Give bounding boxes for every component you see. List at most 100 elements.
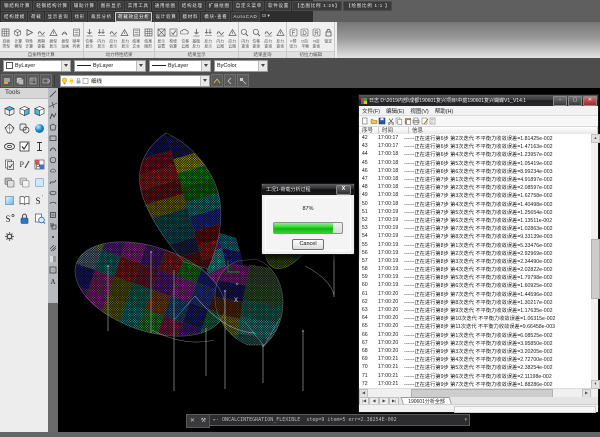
menu-item-row1-7[interactable]: 扩展绘图	[206, 1, 232, 11]
menu-item-row1-3[interactable]: 图形显示	[98, 1, 124, 11]
menu-item-row1-6[interactable]: 结构处理	[179, 1, 205, 11]
circle-icon[interactable]	[48, 154, 58, 165]
command-input[interactable]: ▸- ONCALCINTEGRATION_FLEXIBLE step=9 ite…	[210, 414, 470, 426]
log-row[interactable]: 6417:00:20------正在进行第8步 第10次迭代 不平衡力收敛误差=…	[359, 314, 591, 322]
vertical-scrollbar[interactable]: ▲ ▼	[591, 134, 598, 389]
insert-block-icon[interactable]	[48, 209, 58, 220]
layer-group2-icon[interactable]	[40, 74, 52, 87]
pf-grid-tool[interactable]: P	[32, 155, 47, 173]
log-row[interactable]: 6317:00:20------正在进行第8步 第9次迭代 不平衡力收敛误差=1…	[359, 306, 591, 314]
react-query-icon[interactable]: 反力查询	[274, 22, 286, 51]
disp-result-icon[interactable]: 位移显示	[84, 22, 96, 51]
ellipse-icon[interactable]	[48, 187, 58, 198]
f-pretension-icon[interactable]: FF预张力	[287, 22, 299, 51]
force-cloud-icon[interactable]: 内力云图	[214, 22, 226, 51]
hatch-icon[interactable]	[48, 242, 58, 253]
percent-edit-tool[interactable]: P	[17, 155, 32, 173]
stress-query-icon[interactable]: 应力查询	[263, 22, 275, 51]
lock-icon[interactable]: 锁定	[323, 22, 335, 51]
properties-icon[interactable]	[429, 117, 438, 126]
log-row[interactable]: 5017:00:18------正在进行第7步 第4次迭代 不平衡力收敛误差=1…	[359, 200, 591, 208]
log-row[interactable]: 4917:00:18------正在进行第7步 第3次迭代 不平衡力收敛误差=1…	[359, 191, 591, 199]
force-query-icon[interactable]: 内力查询	[239, 22, 251, 51]
log-row[interactable]: 7117:00:21------正在进行第9步 第6次迭代 不平衡力收敛误差=2…	[359, 371, 591, 379]
menu-item-row2-9[interactable]: AutoCAD	[231, 12, 260, 22]
sphere-tool[interactable]	[32, 119, 47, 137]
log-row[interactable]: 6617:00:20------正在进行第9步 第1次迭代 不平衡力收敛误差=6…	[359, 331, 591, 339]
squares-pair-tool[interactable]	[2, 173, 17, 191]
sheets-tool[interactable]	[2, 155, 17, 173]
base-react-icon[interactable]: 基础反力	[191, 22, 203, 51]
mode-anim-icon[interactable]: 振型动画	[59, 22, 71, 51]
text-cursor-tool[interactable]	[32, 137, 47, 155]
log-row[interactable]: 5217:00:19------正在进行第7步 第6次迭代 不平衡力收敛误差=1…	[359, 216, 591, 224]
paste-icon[interactable]	[404, 117, 413, 126]
box-wire-tool[interactable]	[2, 101, 17, 119]
scroll-up-button[interactable]: ▲	[591, 134, 600, 143]
log-row[interactable]: 6117:00:20------正在进行第8步 第7次迭代 不平衡力收敛误差=1…	[359, 290, 591, 298]
ellipse-arc-icon[interactable]	[48, 198, 58, 209]
menu-item-row1-8[interactable]: 自定义菜单	[233, 1, 264, 11]
log-table-body[interactable]: 4217:00:17------正在进行第6步 第2次迭代 不平衡力收敛误差=1…	[359, 134, 591, 389]
menu-item-row1-11[interactable]: 【绘图比例 1:1 】	[343, 1, 392, 11]
linetype-combo[interactable]: ByLayer	[74, 60, 146, 72]
zoom-page-tool[interactable]	[32, 209, 47, 227]
polyhedron-tool[interactable]	[2, 119, 17, 137]
rectangle-icon[interactable]	[48, 132, 58, 143]
s-prime-tool[interactable]: S′	[32, 191, 47, 209]
d-balance-icon[interactable]: DD自平衡	[299, 22, 311, 51]
save-icon[interactable]	[378, 117, 387, 126]
menu-item-row2-0[interactable]: 结构建模	[1, 12, 27, 22]
menu-item-row2-2[interactable]: 显示查询	[45, 12, 71, 22]
menu-item-row2-3[interactable]: 找形	[72, 12, 88, 22]
maximize-button[interactable]: ▢	[568, 96, 582, 106]
menu-item-row1-5[interactable]: 通用绘图	[152, 1, 178, 11]
modal-calc-icon[interactable]: 特性计算	[24, 22, 36, 51]
torus-tool[interactable]	[2, 137, 17, 155]
cut-icon[interactable]	[387, 117, 396, 126]
log-menu-2[interactable]: 视图(V)	[407, 107, 431, 115]
book-tool[interactable]	[17, 191, 32, 209]
menu-item-row2-6[interactable]: 设计验算	[153, 12, 179, 22]
s-degree-tool[interactable]: S	[2, 209, 17, 227]
scroll-down-button[interactable]: ▼	[591, 380, 600, 389]
arc-icon[interactable]	[48, 143, 58, 154]
disp-cloud-icon[interactable]: 位移云图	[179, 22, 191, 51]
box-front-tool[interactable]	[32, 101, 47, 119]
lineweight-combo[interactable]: ByLayer	[149, 60, 211, 72]
graph-result-icon[interactable]: 结果图形	[143, 22, 155, 51]
progress-dialog-titlebar[interactable]: 工况1-荷载分析过程 X	[262, 184, 354, 195]
react-result-icon[interactable]: 反力显示	[119, 22, 131, 51]
command-bar-grip[interactable]: ✕ ⚒	[186, 414, 210, 428]
layer-prev-icon[interactable]	[224, 74, 236, 87]
menu-item-row2-8[interactable]: 模块-查看	[201, 12, 229, 22]
layer-properties-icon[interactable]	[1, 74, 13, 87]
mtext-icon[interactable]: A	[48, 275, 58, 286]
gradient-square-tool[interactable]	[2, 191, 17, 209]
point-icon[interactable]	[48, 231, 58, 242]
log-row[interactable]: 7217:00:21------正在进行第9步 第7次迭代 不平衡力收敛误差=1…	[359, 380, 591, 388]
check-calc-icon[interactable]: 检修验算	[167, 22, 179, 51]
union-tool[interactable]	[17, 119, 32, 137]
log-row[interactable]: 6717:00:20------正在进行第9步 第2次迭代 不平衡力收敛误差=3…	[359, 339, 591, 347]
layer-group1-icon[interactable]	[27, 74, 39, 87]
gradient-icon[interactable]	[48, 253, 58, 264]
menu-window-controls[interactable]: ⊡ ▾	[260, 11, 273, 22]
make-block-icon[interactable]	[48, 220, 58, 231]
combo-dropdown-arrow[interactable]	[61, 61, 70, 71]
mode-shape-icon[interactable]: 振型显示	[47, 22, 59, 51]
check-tool[interactable]	[17, 137, 32, 155]
layer-combo[interactable]: 细线	[60, 75, 210, 87]
log-row[interactable]: 5117:00:19------正在进行第7步 第5次迭代 不平衡力收敛误差=1…	[359, 208, 591, 216]
new-file-icon[interactable]	[361, 117, 370, 126]
line-icon[interactable]	[48, 88, 58, 99]
command-bar-customize-icon[interactable]: ⚒	[201, 416, 206, 426]
layer-match-icon[interactable]	[237, 74, 249, 87]
log-window-titlebar[interactable]: 日志 D:\2019内部\成都190601复兴项目\中庭190601复兴蝴蝶V1…	[359, 95, 598, 106]
log-row[interactable]: 4217:00:17------正在进行第6步 第2次迭代 不平衡力收敛误差=1…	[359, 134, 591, 142]
log-row[interactable]: 7017:00:21------正在进行第9步 第5次迭代 不平衡力收敛误差=2…	[359, 363, 591, 371]
minimize-button[interactable]: –	[553, 96, 567, 106]
log-row[interactable]: 4617:00:18------正在进行第6步 第6次迭代 不平衡力收敛误差=8…	[359, 167, 591, 175]
log-row[interactable]: 4417:00:18------正在进行第6步 第4次迭代 不平衡力收敛误差=1…	[359, 150, 591, 158]
spline-icon[interactable]	[48, 176, 58, 187]
